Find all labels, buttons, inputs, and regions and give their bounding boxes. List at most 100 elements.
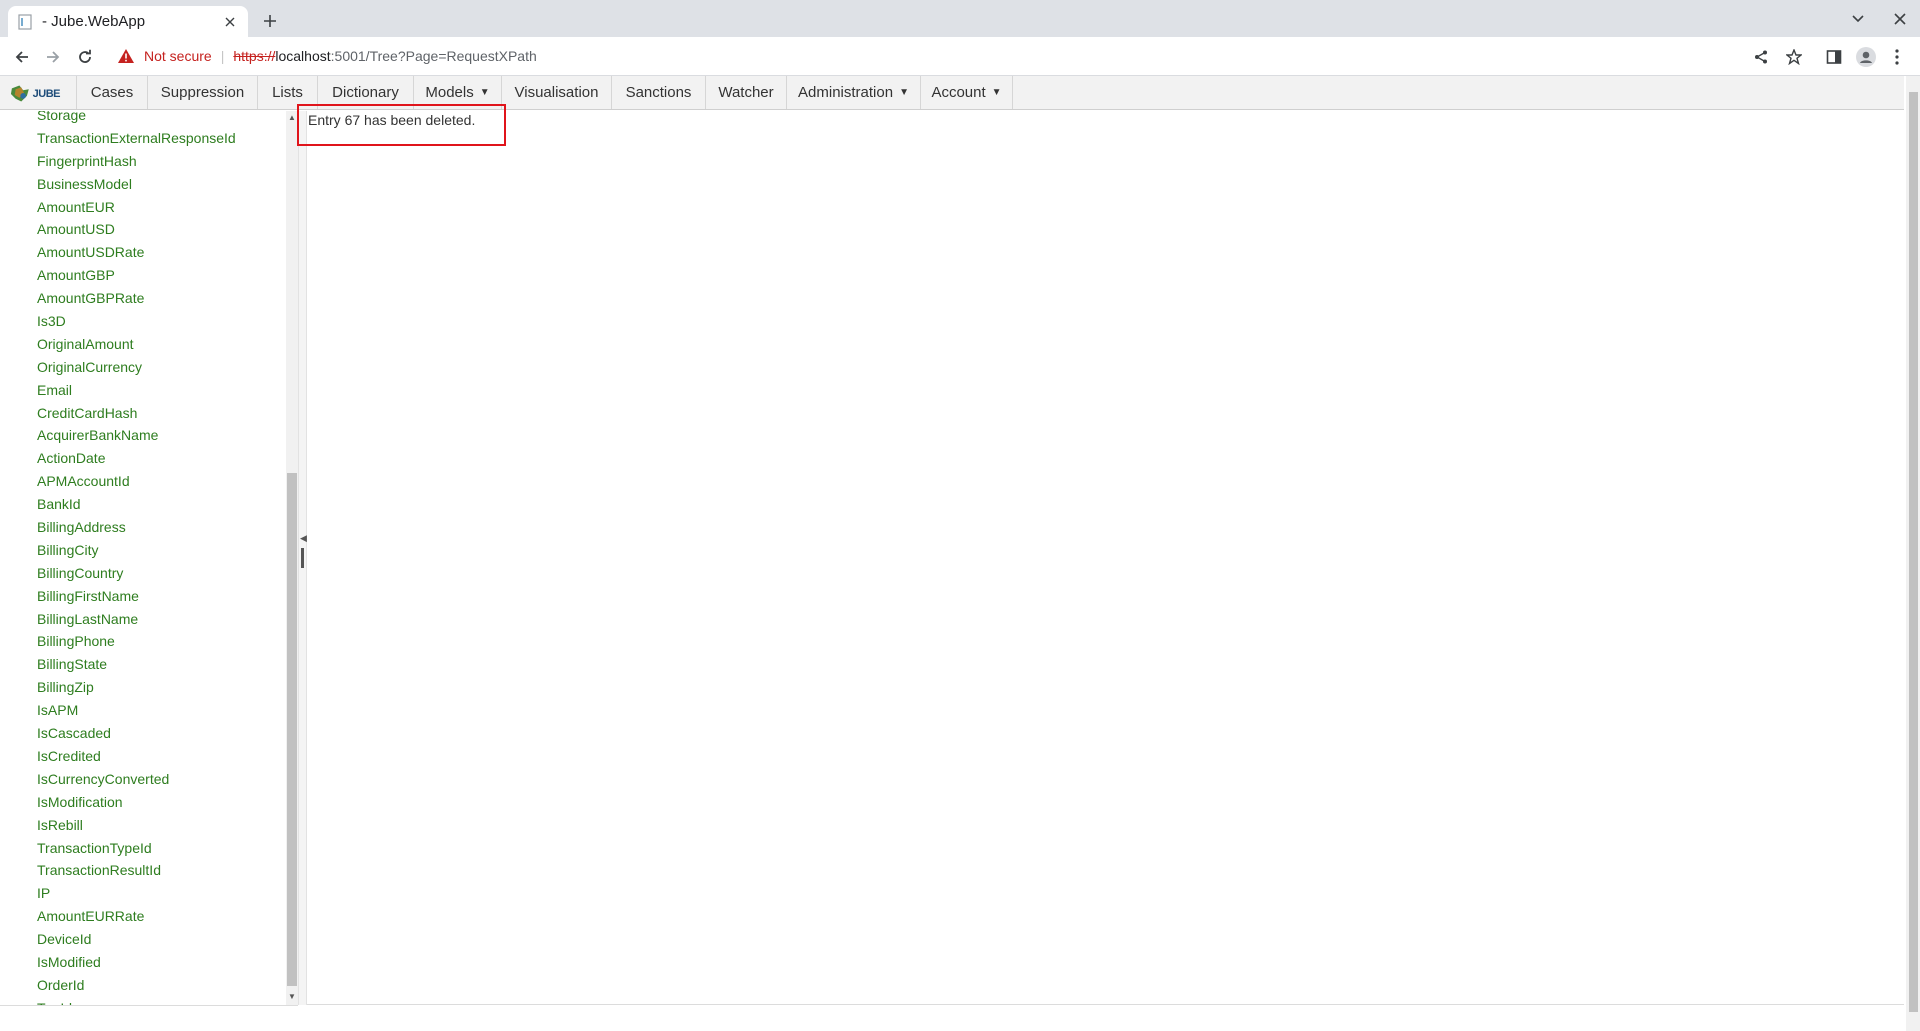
tab-title: - Jube.WebApp xyxy=(42,13,146,30)
tree-item[interactable]: IsAPM xyxy=(37,699,287,722)
browser-menu-icon[interactable] xyxy=(1884,44,1910,70)
tree-scrollbar-thumb[interactable] xyxy=(287,473,297,986)
tree-item[interactable]: AmountEURRate xyxy=(37,905,287,928)
scroll-down-arrow-icon[interactable]: ▼ xyxy=(287,992,297,1002)
browser-toolbar: Not secure | https:// localhost :5001/Tr… xyxy=(0,37,1920,76)
tab-close-icon[interactable] xyxy=(222,14,238,30)
nav-cases[interactable]: Cases xyxy=(76,76,147,109)
tree-item[interactable]: BillingCountry xyxy=(37,562,287,585)
browser-tab-strip: - Jube.WebApp xyxy=(0,0,1920,37)
splitter-grip[interactable] xyxy=(301,548,304,568)
tree-item[interactable]: AmountEUR xyxy=(37,196,287,219)
chevron-down-icon: ▼ xyxy=(991,87,1002,98)
not-secure-label[interactable]: Not secure xyxy=(144,48,212,64)
tree-item[interactable]: IsCurrencyConverted xyxy=(37,768,287,791)
tree-item[interactable]: OriginalCurrency xyxy=(37,356,287,379)
tree-item[interactable]: BankId xyxy=(37,493,287,516)
tree-item[interactable]: BillingFirstName xyxy=(37,585,287,608)
nav-suppression[interactable]: Suppression xyxy=(147,76,257,109)
nav-models-label: Models xyxy=(425,84,474,101)
tree-item[interactable]: FingerprintHash xyxy=(37,150,287,173)
back-arrow-icon[interactable] xyxy=(9,44,35,70)
forward-arrow-icon[interactable] xyxy=(40,44,66,70)
tree-item[interactable]: BillingState xyxy=(37,653,287,676)
jube-logo-icon xyxy=(10,85,29,102)
tree-item[interactable]: CreditCardHash xyxy=(37,402,287,425)
tree-item[interactable]: IsRebill xyxy=(37,814,287,837)
tree-item[interactable]: ActionDate xyxy=(37,447,287,470)
url-host: localhost xyxy=(275,48,331,64)
nav-suppression-label: Suppression xyxy=(160,84,245,101)
tree-item[interactable]: AmountGBP xyxy=(37,264,287,287)
tree-item[interactable]: AmountUSD xyxy=(37,218,287,241)
tree-scrollbar[interactable]: ▲ ▼ xyxy=(286,111,298,1005)
new-tab-icon[interactable] xyxy=(258,9,282,33)
tree-item[interactable]: IsCredited xyxy=(37,745,287,768)
tree-item[interactable]: AcquirerBankName xyxy=(37,424,287,447)
tree-item[interactable]: Email xyxy=(37,379,287,402)
message-highlight-box xyxy=(297,104,506,146)
nav-account-label: Account xyxy=(931,84,986,101)
tree-item[interactable]: TransactionExternalResponseId xyxy=(37,127,287,150)
nav-watcher[interactable]: Watcher xyxy=(705,76,786,109)
tree-item[interactable]: IsModification xyxy=(37,791,287,814)
window-close-icon[interactable] xyxy=(1890,9,1910,29)
panel-splitter[interactable]: ◀ xyxy=(298,111,307,1005)
tree-item[interactable]: BillingPhone xyxy=(37,630,287,653)
nav-visualisation-label: Visualisation xyxy=(514,84,599,101)
tree-item[interactable]: AmountUSDRate xyxy=(37,241,287,264)
tree-item[interactable]: DeviceId xyxy=(37,928,287,951)
tree-item[interactable]: APMAccountId xyxy=(37,470,287,493)
tree-item[interactable]: TxnId xyxy=(37,997,287,1005)
profile-avatar-icon[interactable] xyxy=(1853,44,1879,70)
page-favicon-icon xyxy=(18,13,34,30)
address-separator: | xyxy=(220,48,225,64)
jube-logo[interactable]: JUBE xyxy=(10,83,61,105)
nav-sanctions-label: Sanctions xyxy=(625,84,692,101)
url-path: :5001/Tree?Page=RequestXPath xyxy=(330,48,537,64)
nav-sanctions[interactable]: Sanctions xyxy=(611,76,705,109)
scroll-up-arrow-icon[interactable]: ▲ xyxy=(287,113,297,123)
logo-text: JUBE xyxy=(32,88,61,100)
side-panel-icon[interactable] xyxy=(1821,44,1847,70)
browser-tab[interactable]: - Jube.WebApp xyxy=(8,6,248,37)
warning-icon xyxy=(118,49,136,63)
tree-item[interactable]: AmountGBPRate xyxy=(37,287,287,310)
reload-icon[interactable] xyxy=(72,44,98,70)
nav-administration-label: Administration xyxy=(798,84,894,101)
tree-item[interactable]: IsModified xyxy=(37,951,287,974)
content-area xyxy=(307,111,1904,1005)
tree-item[interactable]: BillingZip xyxy=(37,676,287,699)
nav-visualisation[interactable]: Visualisation xyxy=(501,76,611,109)
tree-item[interactable]: TransactionResultId xyxy=(37,859,287,882)
chevron-down-icon: ▼ xyxy=(899,87,909,98)
tree-item[interactable]: Storage xyxy=(37,111,287,127)
page-scrollbar[interactable] xyxy=(1906,76,1920,1031)
tree-item[interactable]: BillingCity xyxy=(37,539,287,562)
nav-lists-label: Lists xyxy=(272,84,303,101)
nav-watcher-label: Watcher xyxy=(718,84,774,101)
tree-item[interactable]: BusinessModel xyxy=(37,173,287,196)
nav-account[interactable]: Account ▼ xyxy=(920,76,1013,109)
tree-item[interactable]: IP xyxy=(37,882,287,905)
nav-administration[interactable]: Administration ▼ xyxy=(786,76,920,109)
address-bar[interactable]: Not secure | https:// localhost :5001/Tr… xyxy=(108,41,1790,71)
collapse-left-arrow-icon[interactable]: ◀ xyxy=(300,533,307,544)
tree-list: Storage TransactionExternalResponseId Fing… xyxy=(37,111,287,1005)
bookmark-star-icon[interactable] xyxy=(1781,44,1807,70)
tree-item[interactable]: IsCascaded xyxy=(37,722,287,745)
tree-item[interactable]: BillingAddress xyxy=(37,516,287,539)
nav-cases-label: Cases xyxy=(90,84,134,101)
tab-search-chevron-icon[interactable] xyxy=(1846,9,1870,29)
nav-dictionary-label: Dictionary xyxy=(332,84,399,101)
tree-panel: Storage TransactionExternalResponseId Fing… xyxy=(0,111,298,1006)
tree-item[interactable]: OriginalAmount xyxy=(37,333,287,356)
page-scrollbar-thumb[interactable] xyxy=(1909,92,1918,1012)
tree-item[interactable]: BillingLastName xyxy=(37,608,287,631)
chevron-down-icon: ▼ xyxy=(479,87,490,98)
tree-item[interactable]: Is3D xyxy=(37,310,287,333)
tree-item[interactable]: TransactionTypeId xyxy=(37,837,287,860)
share-icon[interactable] xyxy=(1748,44,1774,70)
app-navbar: JUBE Cases Suppression Lists Dictionary … xyxy=(0,76,1904,110)
tree-item[interactable]: OrderId xyxy=(37,974,287,997)
